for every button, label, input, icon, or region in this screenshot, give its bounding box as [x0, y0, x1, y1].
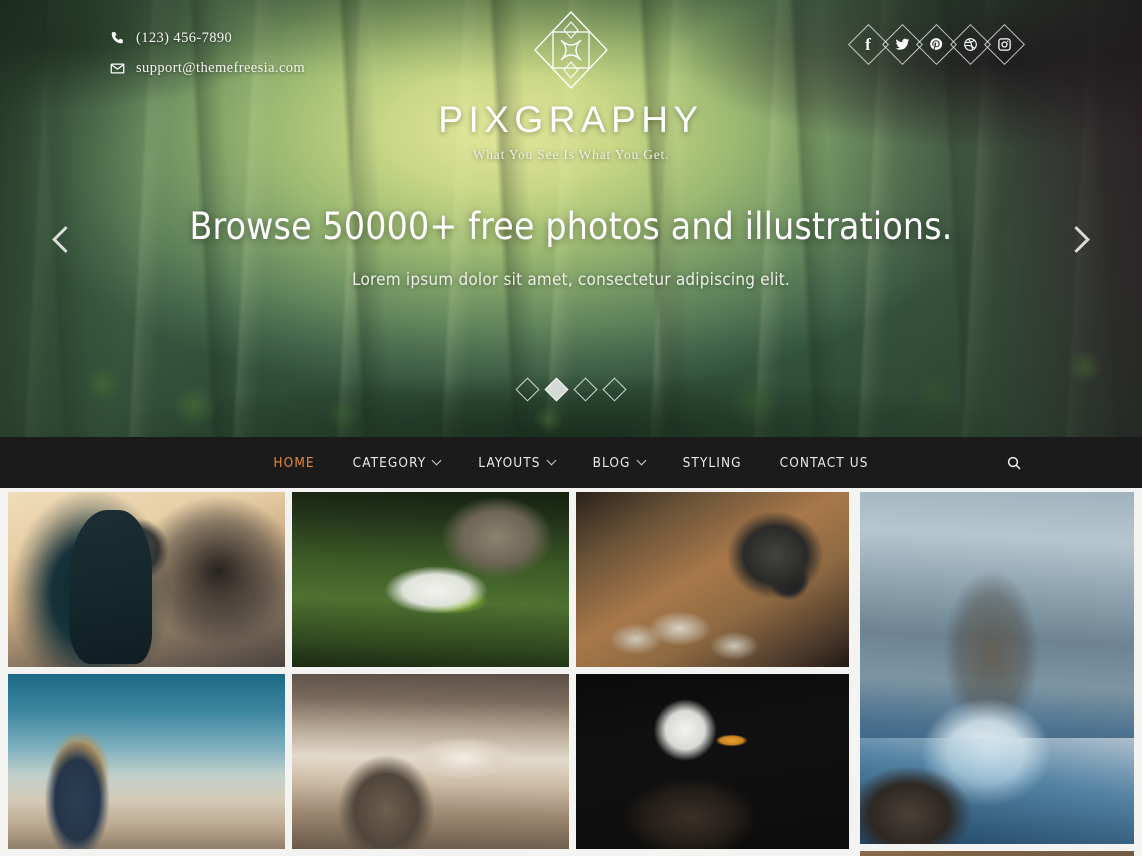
slider-dot-2[interactable] — [544, 377, 569, 402]
gallery-item-eagle[interactable] — [576, 674, 849, 849]
chevron-down-icon — [546, 455, 557, 466]
nav-item-category[interactable]: CATEGORY — [334, 437, 460, 488]
slider-dot-1[interactable] — [515, 377, 540, 402]
search-toggle-button[interactable] — [994, 437, 1034, 488]
gallery-item-pier[interactable] — [292, 674, 569, 849]
gallery-item-sneakers[interactable] — [292, 492, 569, 667]
photo-gallery-grid — [0, 488, 1142, 856]
photo-image — [8, 674, 285, 849]
photo-image — [292, 492, 569, 667]
slider-dot-3[interactable] — [573, 377, 598, 402]
gallery-item-ship-storm[interactable] — [860, 492, 1134, 844]
nav-item-label: HOME — [273, 454, 315, 471]
chevron-down-icon — [431, 455, 442, 466]
site-branding: PIXGRAPHY What You See Is What You Get. — [0, 8, 1142, 163]
photo-image — [860, 851, 1134, 856]
slider-prev-button[interactable] — [40, 216, 86, 262]
nav-item-contact-us[interactable]: CONTACT US — [761, 437, 888, 488]
photo-image — [8, 492, 285, 667]
site-tagline: What You See Is What You Get. — [472, 147, 670, 162]
search-icon — [1007, 456, 1021, 470]
slide-title: Browse 50000+ free photos and illustrati… — [189, 205, 953, 248]
site-title[interactable]: PIXGRAPHY — [0, 99, 1142, 141]
photo-image — [860, 492, 1134, 844]
nav-item-blog[interactable]: BLOG — [574, 437, 664, 488]
gallery-item-vintage-camera[interactable] — [576, 492, 849, 667]
slide-subtitle: Lorem ipsum dolor sit amet, consectetur … — [352, 270, 790, 290]
chevron-down-icon — [636, 455, 647, 466]
chevron-right-icon — [1063, 225, 1090, 253]
nav-item-label: CATEGORY — [352, 454, 427, 471]
nav-item-label: LAYOUTS — [478, 454, 541, 471]
gallery-item-woman-viewpoint[interactable] — [8, 674, 285, 849]
slider-dot-4[interactable] — [602, 377, 627, 402]
nav-menu: HOME CATEGORY LAYOUTS BLOG STYLING CONTA… — [254, 437, 887, 488]
nav-item-layouts[interactable]: LAYOUTS — [459, 437, 573, 488]
photo-image — [576, 492, 849, 667]
slider-pagination — [0, 377, 1142, 402]
photo-image — [576, 674, 849, 849]
slide-caption: Browse 50000+ free photos and illustrati… — [0, 205, 1142, 290]
gallery-item-photographer[interactable] — [8, 492, 285, 667]
nav-item-label: CONTACT US — [779, 454, 869, 471]
main-navigation: HOME CATEGORY LAYOUTS BLOG STYLING CONTA… — [0, 437, 1142, 488]
nav-item-styling[interactable]: STYLING — [664, 437, 761, 488]
hero-slider: (123) 456-7890 support@themefreesia.com … — [0, 0, 1142, 437]
slider-next-button[interactable] — [1056, 216, 1102, 262]
chevron-left-icon — [52, 225, 79, 253]
nav-item-label: STYLING — [682, 454, 742, 471]
gallery-item-below-ship[interactable] — [860, 851, 1134, 856]
photo-image — [292, 674, 569, 849]
nav-item-label: BLOG — [592, 454, 631, 471]
nav-item-home[interactable]: HOME — [254, 437, 333, 488]
logo-icon[interactable] — [529, 8, 613, 92]
